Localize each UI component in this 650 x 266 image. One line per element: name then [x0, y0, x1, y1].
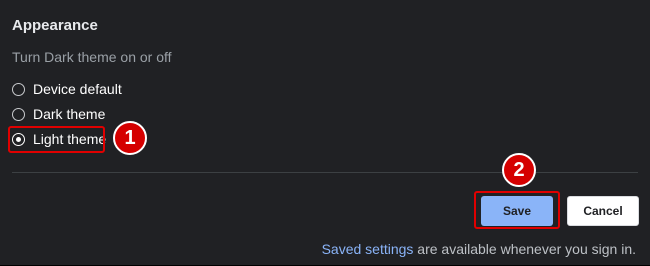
- highlight-box-light-theme: [8, 126, 105, 153]
- footer-note: Saved settings are available whenever yo…: [322, 241, 636, 257]
- divider: [12, 172, 638, 173]
- radio-label-device-default[interactable]: Device default: [33, 81, 122, 97]
- radio-option-dark-theme[interactable]: Dark theme: [12, 104, 105, 124]
- footer-text: are available whenever you sign in.: [413, 241, 636, 257]
- radio-button-device-default[interactable]: [12, 82, 25, 96]
- step-badge-2: 2: [502, 153, 536, 187]
- save-button[interactable]: Save: [481, 196, 553, 226]
- step-badge-1: 1: [113, 121, 147, 155]
- cancel-button[interactable]: Cancel: [567, 196, 639, 226]
- radio-option-device-default[interactable]: Device default: [12, 79, 122, 99]
- appearance-subtitle: Turn Dark theme on or off: [12, 49, 172, 65]
- appearance-heading: Appearance: [12, 17, 98, 34]
- radio-label-dark-theme[interactable]: Dark theme: [33, 106, 105, 122]
- saved-settings-link[interactable]: Saved settings: [322, 241, 414, 257]
- radio-button-dark-theme[interactable]: [12, 107, 25, 121]
